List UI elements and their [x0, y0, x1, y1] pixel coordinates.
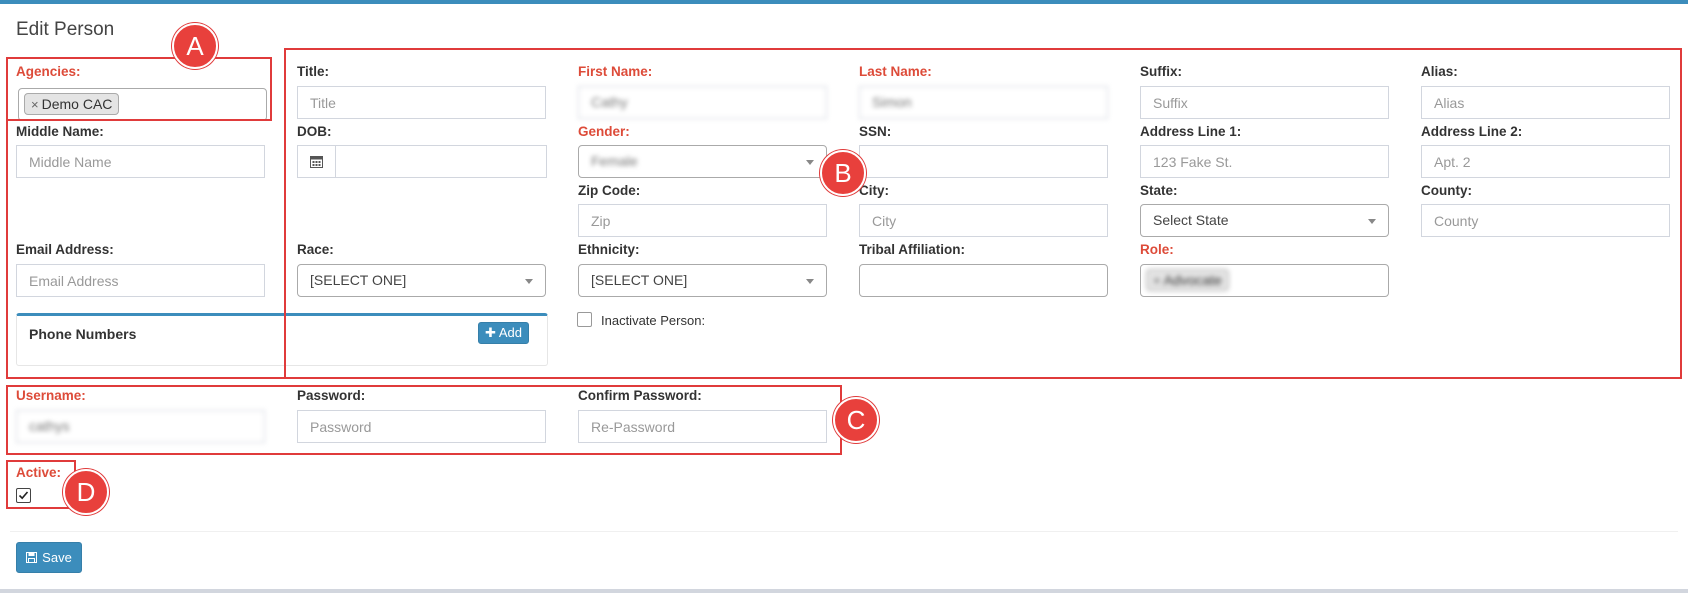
top-accent-bar — [0, 0, 1688, 4]
annotation-badge-c: C — [833, 397, 879, 443]
annotation-box-b-left — [6, 121, 286, 379]
annotation-box-a — [6, 57, 272, 121]
annotation-badge-a: A — [172, 23, 218, 69]
annotation-badge-b: B — [820, 150, 866, 196]
annotation-box-b — [284, 48, 1682, 379]
save-button[interactable]: Save — [16, 542, 82, 573]
bottom-border — [0, 589, 1688, 593]
floppy-disk-icon — [26, 552, 38, 563]
page-title: Edit Person — [16, 19, 115, 40]
annotation-badge-d: D — [63, 469, 109, 515]
form-divider — [10, 531, 1678, 532]
annotation-box-c — [6, 385, 842, 455]
